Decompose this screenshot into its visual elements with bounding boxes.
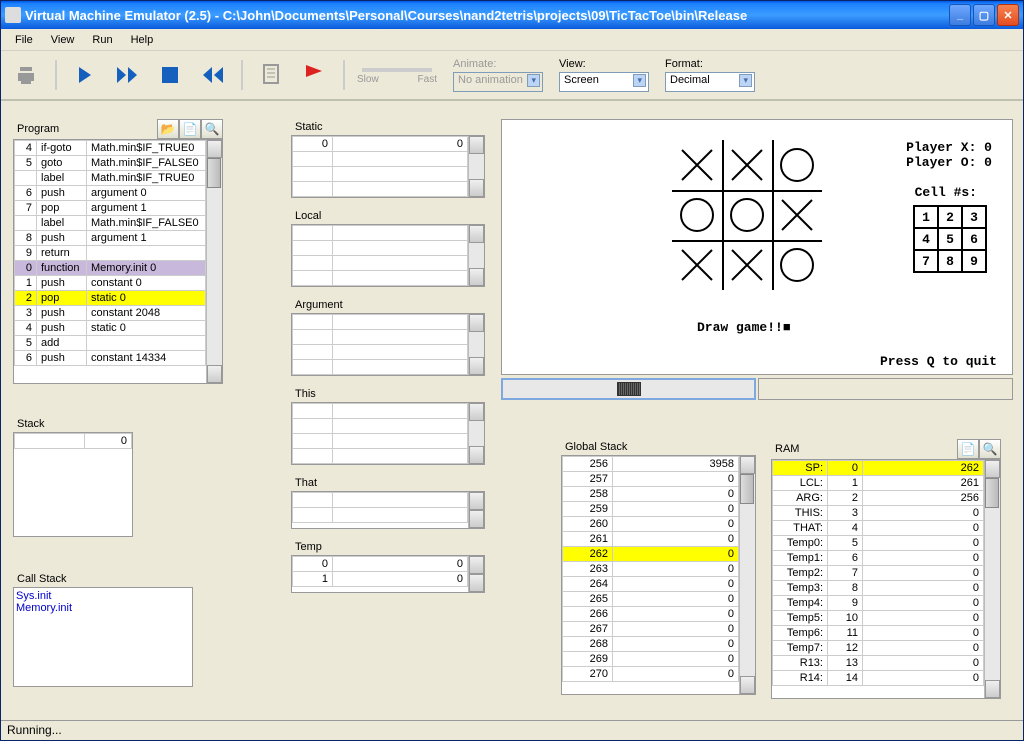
- menu-view[interactable]: View: [43, 32, 83, 48]
- this-table[interactable]: [292, 403, 468, 464]
- player-x-score: Player X: 0: [906, 140, 992, 155]
- static-title: Static: [291, 119, 485, 135]
- maximize-button[interactable]: ▢: [973, 4, 995, 26]
- format-dropdown[interactable]: Decimal: [665, 72, 755, 92]
- argument-table[interactable]: [292, 314, 468, 375]
- stack-table[interactable]: 0: [14, 433, 132, 449]
- that-table[interactable]: [292, 492, 468, 523]
- app-icon: [5, 7, 21, 23]
- animate-label: Animate:: [453, 58, 543, 70]
- menubar: File View Run Help: [1, 29, 1023, 51]
- callstack-item[interactable]: Memory.init: [16, 602, 190, 614]
- stop-icon[interactable]: [153, 58, 187, 92]
- window-title: Virtual Machine Emulator (2.5) - C:\John…: [25, 8, 949, 23]
- ram-scrollbar[interactable]: [984, 460, 1000, 698]
- ram-search-icon[interactable]: 🔍: [979, 439, 1001, 459]
- step-forward-icon[interactable]: [69, 58, 103, 92]
- fast-forward-icon[interactable]: [111, 58, 145, 92]
- cell-number-table: 123456789: [913, 205, 987, 273]
- search-icon[interactable]: 🔍: [201, 119, 223, 139]
- callstack-title: Call Stack: [13, 571, 193, 587]
- screen-display: Player X: 0 Player O: 0 Cell #s: 1234567…: [501, 119, 1013, 375]
- script-icon[interactable]: [255, 58, 289, 92]
- program-table[interactable]: 4if-gotoMath.min$IF_TRUE05gotoMath.min$I…: [14, 140, 206, 366]
- flag-icon[interactable]: [297, 58, 331, 92]
- argument-title: Argument: [291, 297, 485, 313]
- that-scrollbar[interactable]: [468, 492, 484, 528]
- keyboard-output: [758, 378, 1013, 400]
- program-scrollbar[interactable]: [206, 140, 222, 383]
- menu-file[interactable]: File: [7, 32, 41, 48]
- view-dropdown[interactable]: Screen: [559, 72, 649, 92]
- local-table[interactable]: [292, 225, 468, 286]
- open-folder-icon[interactable]: 📂: [157, 119, 179, 139]
- globalstack-table[interactable]: 2563958257025802590260026102620263026402…: [562, 456, 739, 682]
- local-title: Local: [291, 208, 485, 224]
- quit-message: Press Q to quit: [880, 354, 997, 369]
- cell-label: Cell #s:: [915, 185, 977, 200]
- titlebar: Virtual Machine Emulator (2.5) - C:\John…: [1, 1, 1023, 29]
- close-button[interactable]: ✕: [997, 4, 1019, 26]
- format-label: Format:: [665, 58, 755, 70]
- toolbar: SlowFast Animate: No animation View: Scr…: [1, 51, 1023, 101]
- stack-title: Stack: [13, 416, 133, 432]
- this-scrollbar[interactable]: [468, 403, 484, 464]
- callstack-item[interactable]: Sys.init: [16, 590, 190, 602]
- temp-title: Temp: [291, 539, 485, 555]
- static-scrollbar[interactable]: [468, 136, 484, 197]
- menu-run[interactable]: Run: [84, 32, 120, 48]
- that-title: That: [291, 475, 485, 491]
- keyboard-icon: [617, 382, 641, 396]
- player-o-score: Player O: 0: [906, 155, 992, 170]
- static-table[interactable]: 00: [292, 136, 468, 197]
- ram-open-icon[interactable]: 📄: [957, 439, 979, 459]
- ram-title: RAM: [771, 441, 957, 457]
- print-icon[interactable]: [9, 58, 43, 92]
- speed-slider[interactable]: SlowFast: [357, 66, 437, 85]
- menu-help[interactable]: Help: [123, 32, 162, 48]
- argument-scrollbar[interactable]: [468, 314, 484, 375]
- temp-scrollbar[interactable]: [468, 556, 484, 592]
- this-title: This: [291, 386, 485, 402]
- view-label: View:: [559, 58, 649, 70]
- globalstack-scrollbar[interactable]: [739, 456, 755, 694]
- temp-table[interactable]: 0010: [292, 556, 468, 587]
- new-file-icon[interactable]: 📄: [179, 119, 201, 139]
- keyboard-input-bar[interactable]: [501, 378, 756, 400]
- ram-table[interactable]: SP:0262LCL:1261ARG:2256THIS:30THAT:40Tem…: [772, 460, 984, 686]
- local-scrollbar[interactable]: [468, 225, 484, 286]
- status-bar: Running...: [1, 720, 1023, 740]
- animate-dropdown[interactable]: No animation: [453, 72, 543, 92]
- program-title: Program: [13, 121, 157, 137]
- globalstack-title: Global Stack: [561, 439, 756, 455]
- rewind-icon[interactable]: [195, 58, 229, 92]
- game-message: Draw game!!■: [697, 320, 791, 335]
- minimize-button[interactable]: _: [949, 4, 971, 26]
